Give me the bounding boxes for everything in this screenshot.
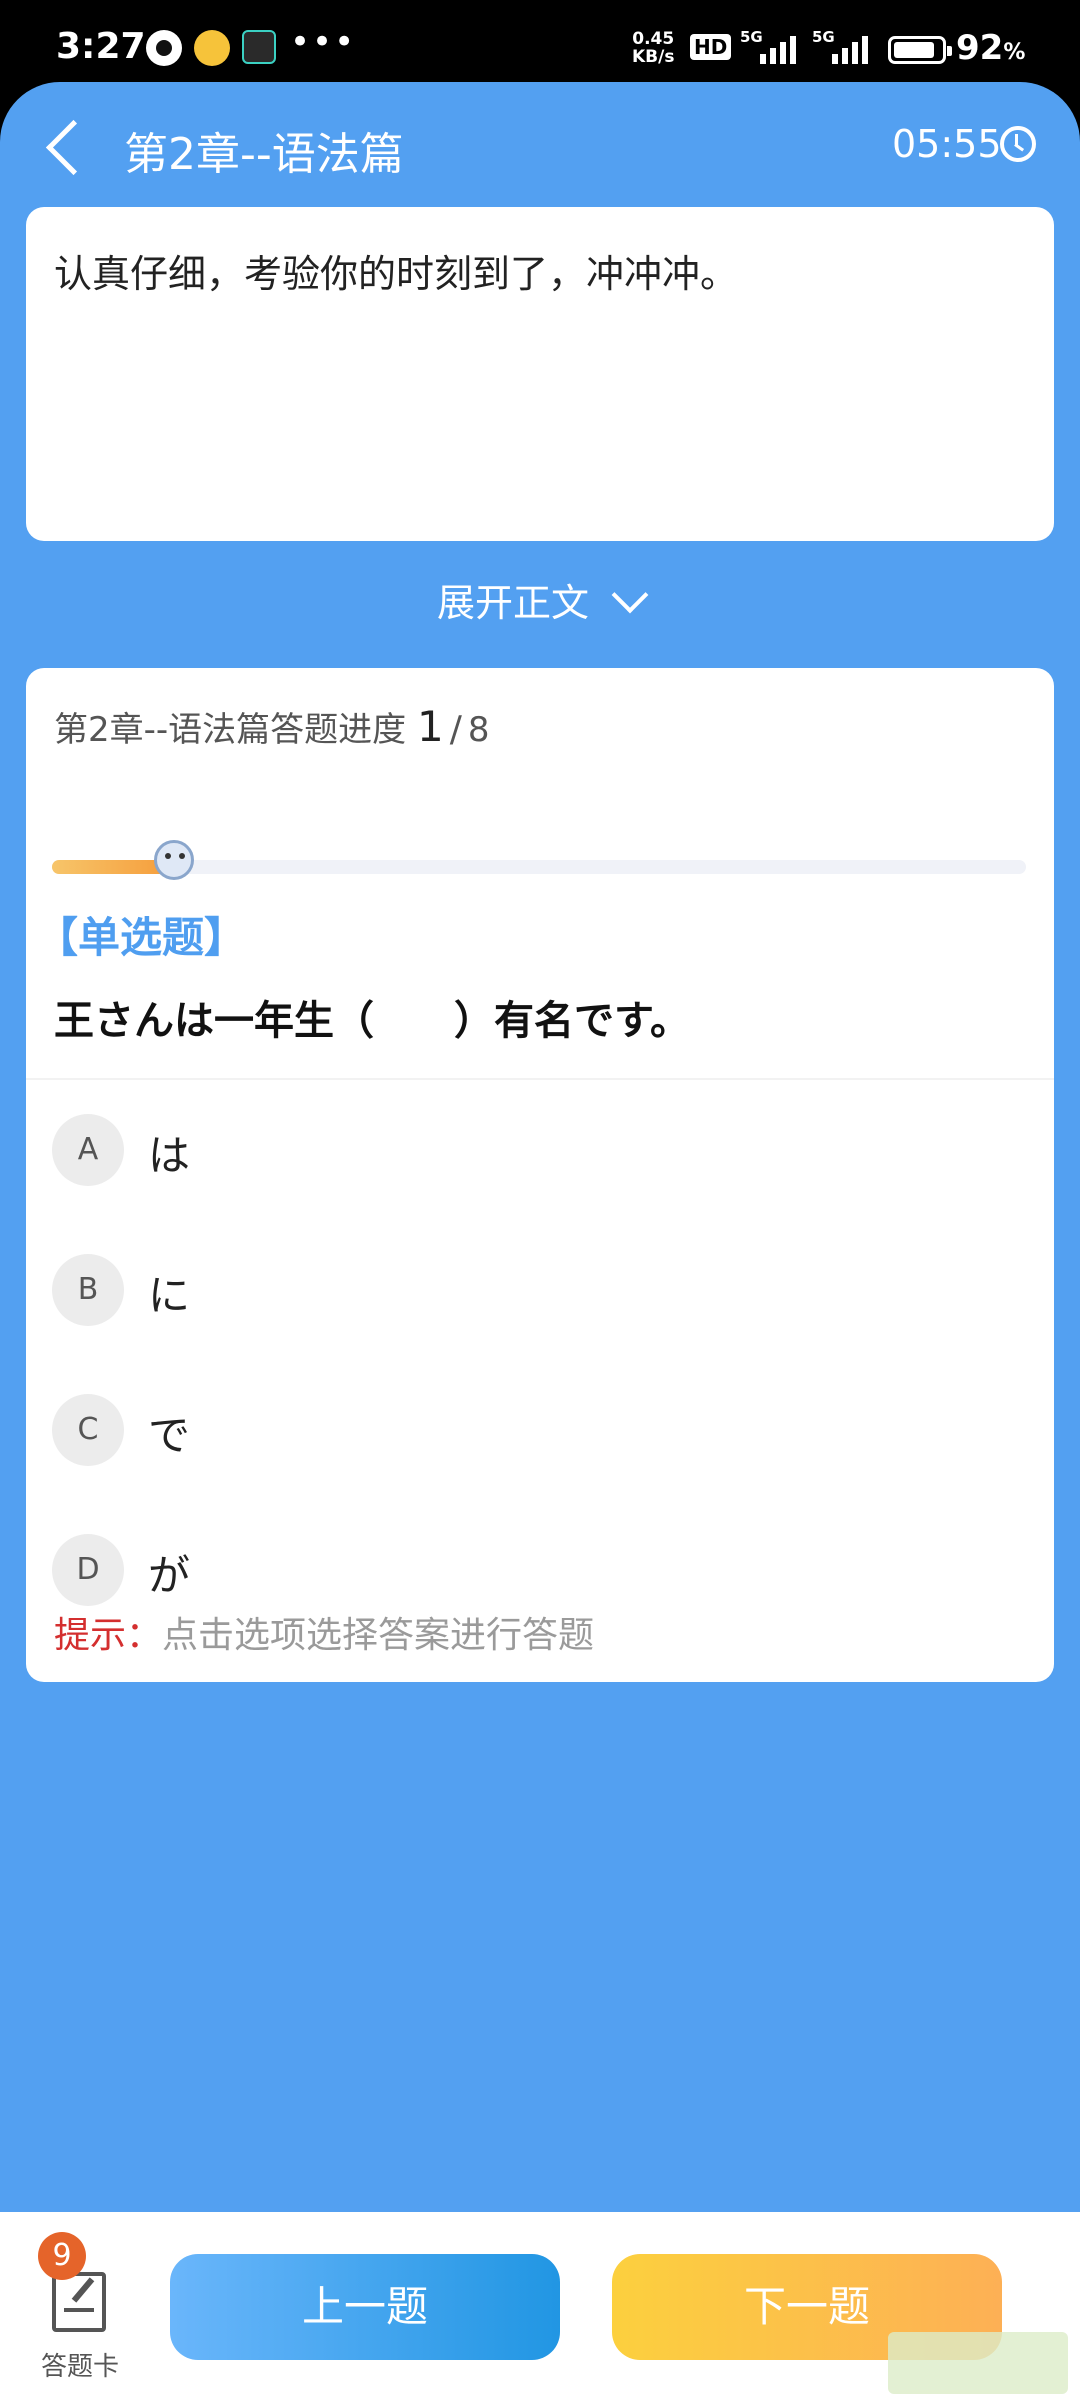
mascot-icon bbox=[154, 840, 194, 880]
bottom-bar: 9 答题卡 上一题 下一题 bbox=[0, 2212, 1080, 2400]
previous-question-button[interactable]: 上一题 bbox=[170, 2254, 560, 2360]
progress-prefix: 第2章--语法篇答题进度 bbox=[54, 710, 407, 750]
option-text: で bbox=[148, 1411, 191, 1460]
answer-card-label: 答题卡 bbox=[40, 2352, 119, 2382]
expand-passage-button[interactable]: 展开正文 bbox=[0, 572, 1080, 627]
hint: 提示：点击选项选择答案进行答题 bbox=[54, 1606, 594, 1658]
progress-bar bbox=[52, 840, 1026, 880]
option-text: に bbox=[148, 1271, 191, 1320]
battery-icon bbox=[888, 36, 952, 64]
option-d[interactable]: D が bbox=[52, 1534, 1012, 1614]
signal-icon: 5G bbox=[740, 28, 804, 64]
network-speed-unit: KB/s bbox=[632, 47, 675, 67]
hint-label: 提示： bbox=[54, 1615, 163, 1656]
option-letter: A bbox=[52, 1114, 124, 1186]
clock-icon bbox=[1000, 126, 1036, 162]
signal-icon: 5G bbox=[812, 28, 876, 64]
progress-separator: / bbox=[449, 709, 462, 750]
signal-type-label: 5G bbox=[740, 28, 763, 46]
option-letter: C bbox=[52, 1394, 124, 1466]
progress-total: 8 bbox=[467, 710, 490, 750]
battery-percent: 92% bbox=[956, 28, 1026, 68]
option-a[interactable]: A は bbox=[52, 1114, 1012, 1194]
watermark-logo bbox=[888, 2332, 1068, 2394]
question-text: 王さんは一年生（ ）有名です。 bbox=[54, 998, 690, 1044]
option-text: は bbox=[148, 1131, 191, 1180]
app-notification-icon bbox=[242, 30, 276, 64]
hint-text: 点击选项选择答案进行答题 bbox=[162, 1615, 595, 1656]
network-speed: 0.45 KB/s bbox=[632, 30, 674, 66]
back-arrow-icon[interactable] bbox=[40, 116, 90, 180]
option-b[interactable]: B に bbox=[52, 1254, 1012, 1334]
answer-card-badge: 9 bbox=[38, 2232, 86, 2280]
option-c[interactable]: C で bbox=[52, 1394, 1012, 1474]
more-notifications-icon: ••• bbox=[290, 22, 357, 62]
quiz-screen: 第2章--语法篇 05:55 认真仔细，考验你的时刻到了，冲冲冲。 展开正文 第… bbox=[0, 82, 1080, 2212]
mascot-app-icon bbox=[194, 30, 230, 66]
divider bbox=[26, 1078, 1054, 1080]
header: 第2章--语法篇 05:55 bbox=[0, 82, 1080, 212]
question-type: 【单选题】 bbox=[36, 913, 247, 962]
expand-label: 展开正文 bbox=[436, 581, 589, 625]
signal-type-label: 5G bbox=[812, 28, 835, 46]
progress-label: 第2章--语法篇答题进度 1/8 bbox=[54, 702, 490, 751]
network-speed-value: 0.45 bbox=[632, 29, 675, 49]
question-card: 第2章--语法篇答题进度 1/8 【单选题】 王さんは一年生（ ）有名です。 A… bbox=[26, 668, 1054, 1682]
chevron-down-icon bbox=[611, 576, 649, 614]
passage-text: 认真仔细，考验你的时刻到了，冲冲冲。 bbox=[54, 252, 739, 296]
page-title: 第2章--语法篇 bbox=[124, 129, 404, 180]
option-letter: D bbox=[52, 1534, 124, 1606]
hd-voice-icon: HD bbox=[690, 34, 732, 60]
clock-app-icon bbox=[146, 30, 182, 66]
status-time: 3:27 bbox=[56, 26, 146, 67]
option-text: が bbox=[148, 1551, 191, 1600]
countdown-timer: 05:55 bbox=[892, 122, 1002, 166]
progress-current: 1 bbox=[416, 702, 444, 751]
answer-card-button[interactable]: 9 答题卡 bbox=[30, 2228, 130, 2382]
passage-card: 认真仔细，考验你的时刻到了，冲冲冲。 bbox=[26, 207, 1054, 541]
option-letter: B bbox=[52, 1254, 124, 1326]
answer-sheet-icon bbox=[52, 2272, 106, 2332]
